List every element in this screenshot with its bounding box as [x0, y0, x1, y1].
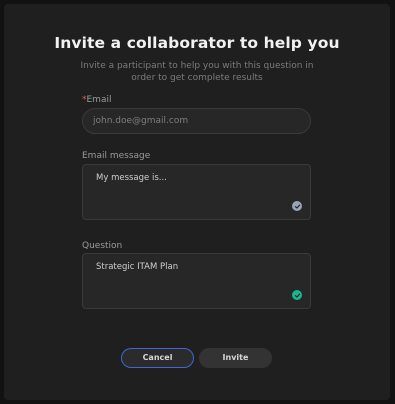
email-message-value: My message is...	[96, 173, 167, 183]
invite-collaborator-modal: Invite a collaborator to help you Invite…	[4, 4, 390, 400]
modal-subtitle: Invite a participant to help you with th…	[80, 61, 314, 83]
cancel-button[interactable]: Cancel	[121, 348, 194, 368]
email-message-label: Email message	[82, 151, 151, 161]
email-label: *Email	[82, 95, 111, 105]
modal-title: Invite a collaborator to help you	[54, 34, 340, 52]
email-field[interactable]: john.doe@gmail.com	[82, 108, 311, 134]
question-field[interactable]: Strategic ITAM Plan	[82, 253, 311, 309]
check-icon	[292, 201, 302, 211]
question-label: Question	[82, 241, 123, 251]
question-value: Strategic ITAM Plan	[96, 262, 179, 272]
email-label-text: Email	[86, 95, 112, 105]
invite-button[interactable]: Invite	[199, 348, 272, 368]
email-message-field[interactable]: My message is...	[82, 164, 311, 220]
check-icon	[292, 290, 302, 300]
